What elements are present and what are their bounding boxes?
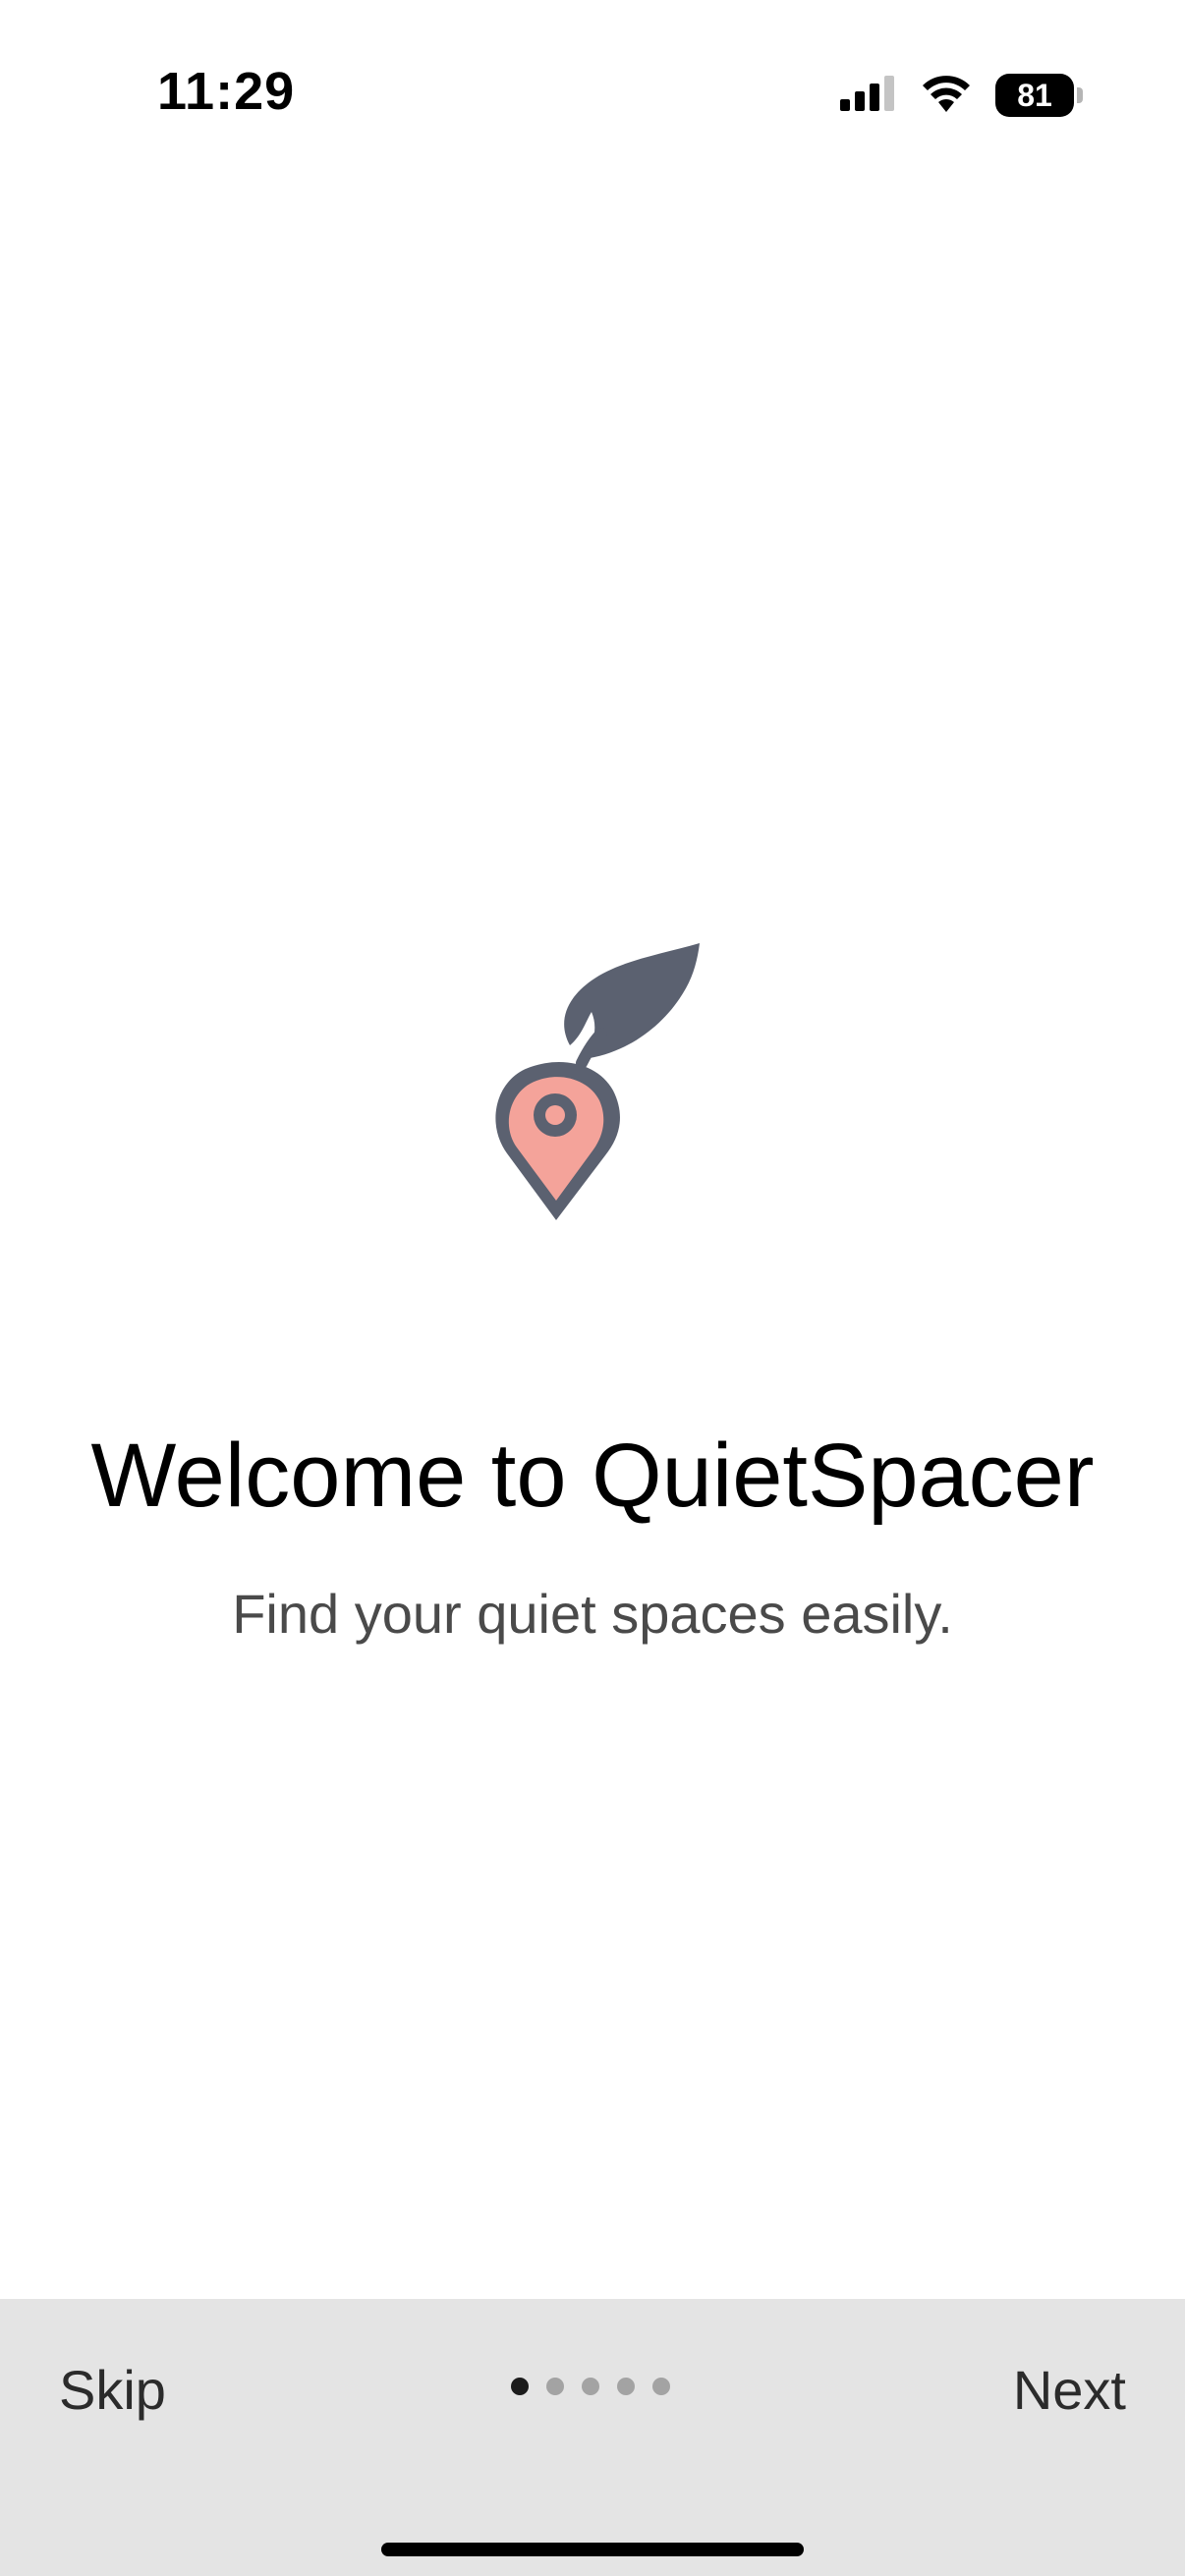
cellular-signal-icon	[840, 75, 897, 116]
onboarding-footer: Skip Next	[0, 2299, 1185, 2576]
home-indicator[interactable]	[381, 2543, 804, 2556]
status-icons: 81	[840, 71, 1083, 120]
battery-level: 81	[1017, 77, 1052, 113]
welcome-subtitle: Find your quiet spaces easily.	[232, 1583, 953, 1645]
page-dot-1[interactable]	[511, 2378, 529, 2395]
page-indicator	[511, 2378, 688, 2395]
status-time: 11:29	[157, 62, 296, 121]
app-logo-icon	[481, 943, 713, 1238]
battery-cap	[1077, 87, 1083, 103]
wifi-icon	[921, 75, 972, 117]
onboarding-screen: 11:29 81 Welcome to QuietSpacer Find you…	[0, 0, 1185, 2576]
page-dot-3[interactable]	[582, 2378, 599, 2395]
next-button[interactable]: Next	[1013, 2358, 1126, 2422]
page-dot-5[interactable]	[652, 2378, 670, 2395]
skip-button[interactable]: Skip	[59, 2358, 166, 2422]
welcome-title: Welcome to QuietSpacer	[90, 1426, 1095, 1526]
status-bar: 11:29 81	[0, 0, 1185, 187]
page-dot-2[interactable]	[546, 2378, 564, 2395]
page-dot-4[interactable]	[617, 2378, 635, 2395]
battery-icon: 81	[995, 74, 1074, 117]
